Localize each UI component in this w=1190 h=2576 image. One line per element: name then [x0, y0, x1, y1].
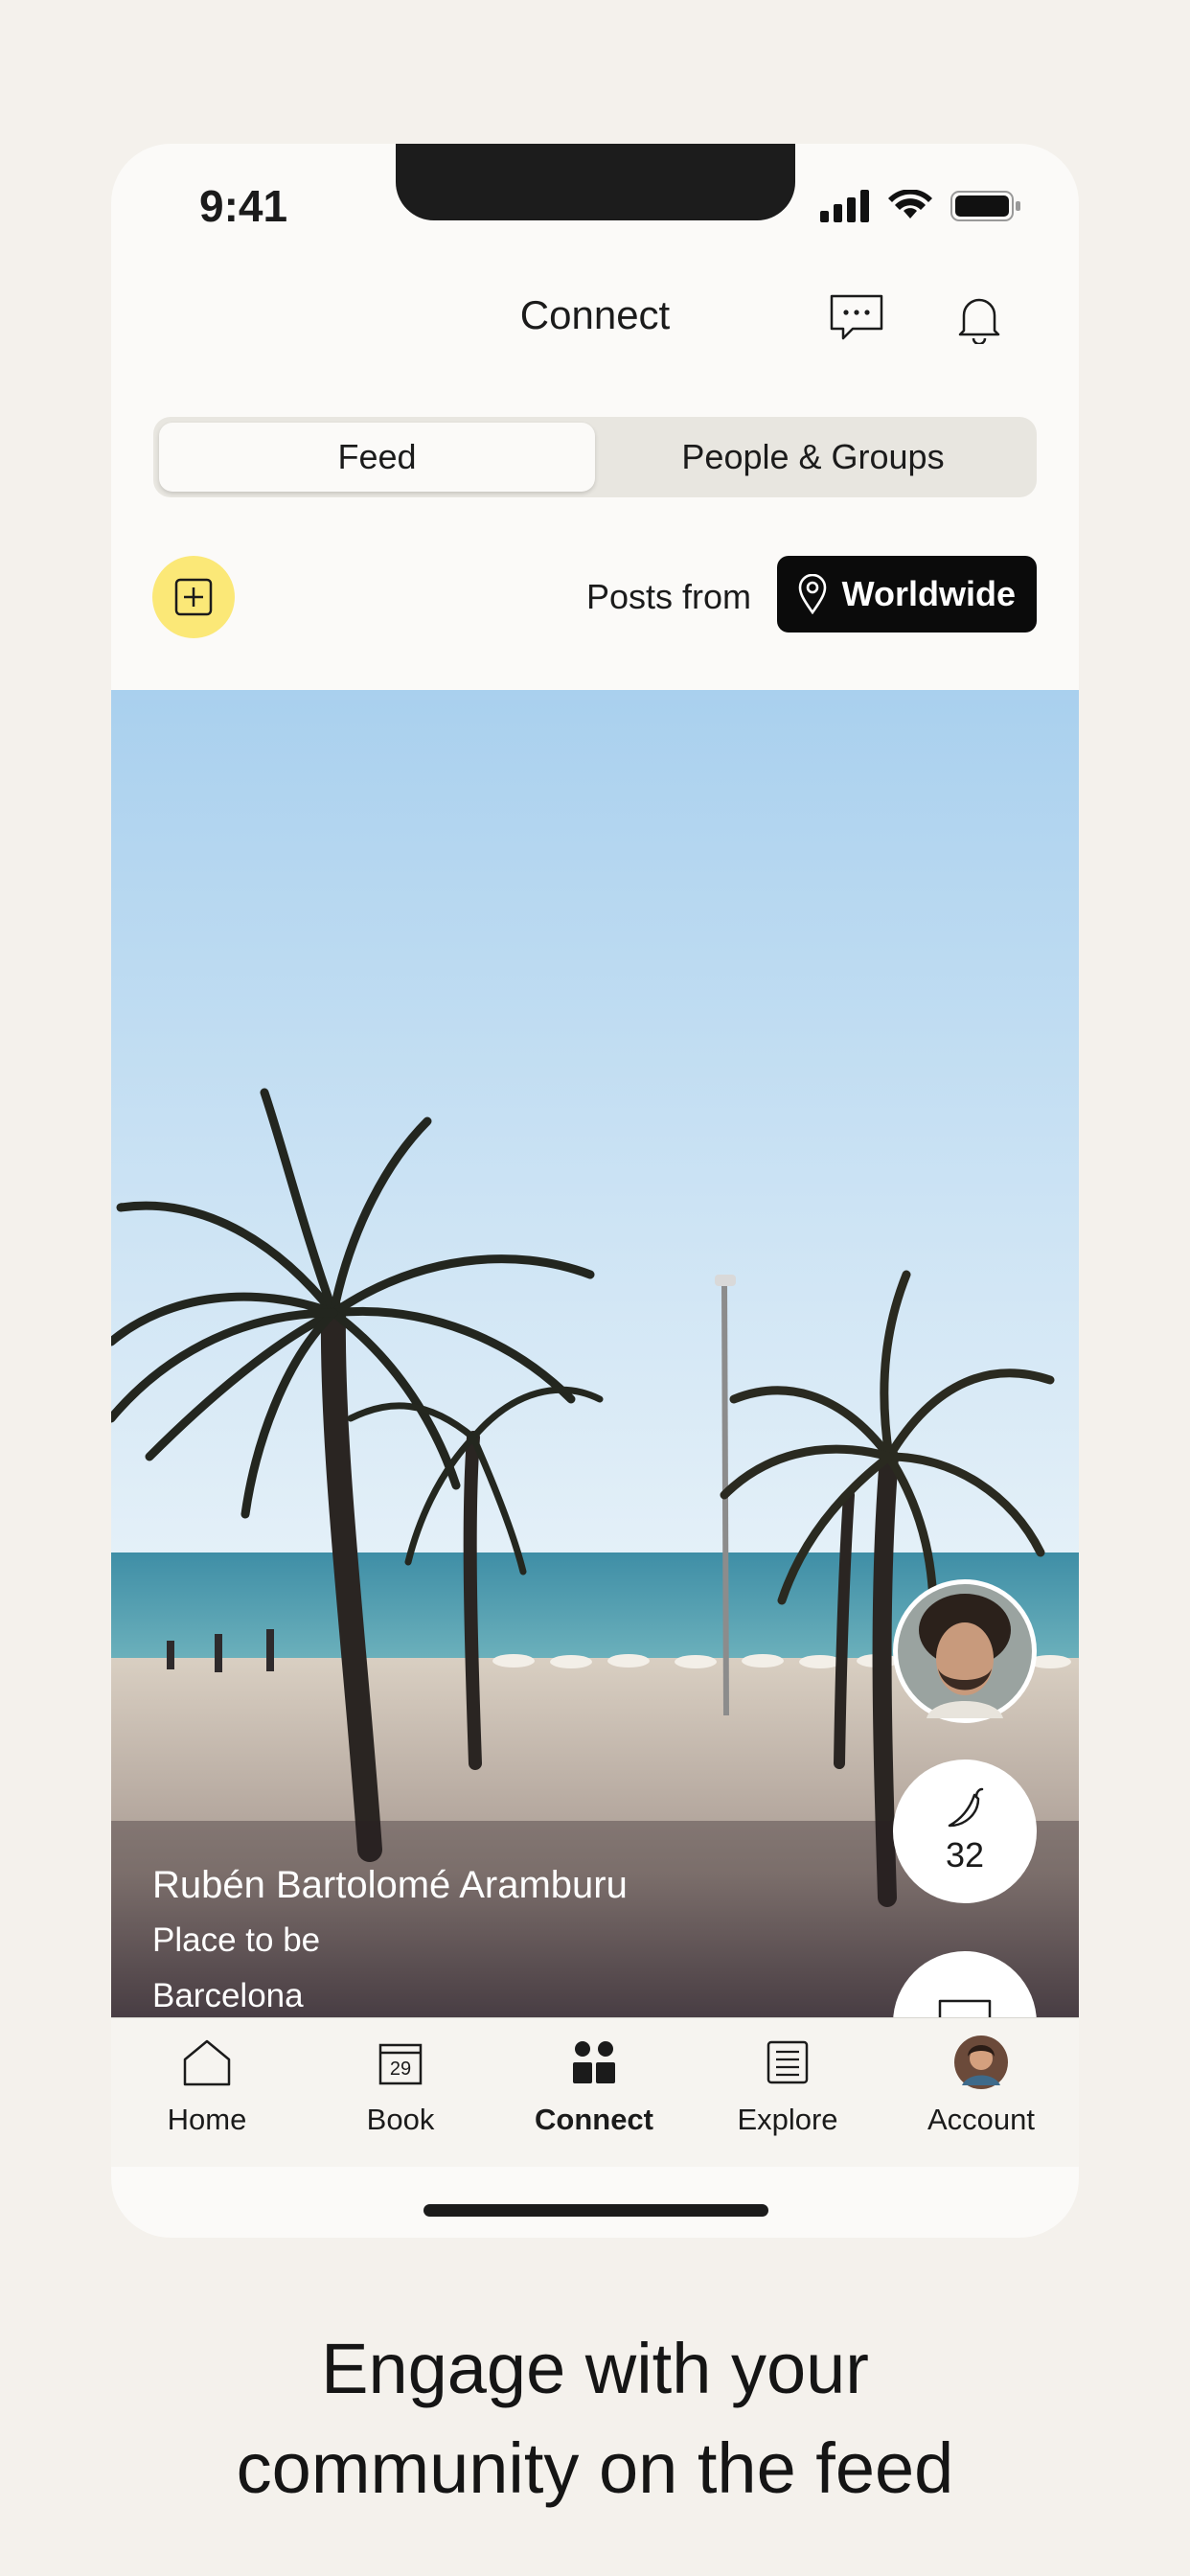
nav-book[interactable]: 29 Book — [305, 2036, 496, 2137]
author-avatar[interactable] — [893, 1579, 1037, 1723]
post-author[interactable]: Rubén Bartolomé Aramburu — [152, 1864, 628, 1907]
avatar — [898, 1584, 1032, 1718]
location-filter-button[interactable]: Worldwide — [776, 556, 1037, 632]
phone-screen: 9:41 Connect Feed People & Groups Posts … — [111, 144, 1079, 2238]
status-icons — [820, 190, 1021, 222]
chat-bubble-icon[interactable] — [828, 289, 885, 347]
document-icon — [761, 2036, 814, 2089]
nav-book-label: Book — [366, 2103, 435, 2136]
signal-icon — [820, 190, 869, 222]
home-indicator — [423, 2204, 768, 2217]
status-time: 9:41 — [199, 181, 288, 231]
nav-home-label: Home — [167, 2103, 247, 2136]
nav-home[interactable]: Home — [111, 2036, 303, 2137]
post-location: Barcelona — [152, 1977, 304, 2014]
people-icon — [567, 2036, 621, 2089]
feed-tabs: Feed People & Groups — [153, 417, 1037, 497]
home-icon — [180, 2036, 234, 2089]
bell-icon-svg — [958, 298, 1000, 344]
nav-account-label: Account — [927, 2103, 1035, 2136]
bell-icon[interactable] — [950, 289, 1008, 347]
calendar-day: 29 — [389, 2058, 412, 2080]
plus-square-icon — [174, 578, 213, 616]
notch — [396, 144, 795, 220]
chat-bubble-icon-svg — [830, 294, 883, 340]
nav-account[interactable]: Account — [885, 2036, 1077, 2137]
calendar-icon: 29 — [374, 2036, 427, 2089]
chili-pepper-icon — [948, 1787, 984, 1828]
wifi-icon — [888, 190, 932, 218]
page-title: Connect — [519, 292, 671, 337]
bottom-nav: Home 29 Book Connect Explore Account — [111, 2017, 1079, 2167]
map-pin-icon — [798, 574, 826, 614]
location-label: Worldwide — [841, 574, 1016, 613]
nav-connect[interactable]: Connect — [498, 2036, 690, 2137]
nav-explore[interactable]: Explore — [692, 2036, 883, 2137]
like-count: 32 — [945, 1835, 985, 1874]
nav-explore-label: Explore — [737, 2103, 838, 2136]
posts-from-label: Posts from — [585, 577, 751, 616]
caption-line-2: community on the feed — [236, 2428, 954, 2508]
like-button[interactable]: 32 — [893, 1760, 1037, 1903]
battery-icon — [950, 191, 1020, 221]
nav-connect-label: Connect — [535, 2103, 653, 2136]
tab-feed[interactable]: Feed — [159, 423, 595, 492]
post-title: Place to be — [152, 1921, 321, 1959]
caption-line-1: Engage with your — [321, 2329, 869, 2408]
account-avatar — [954, 2036, 1008, 2089]
tab-people-groups[interactable]: People & Groups — [595, 423, 1031, 492]
add-post-button[interactable] — [152, 556, 235, 638]
